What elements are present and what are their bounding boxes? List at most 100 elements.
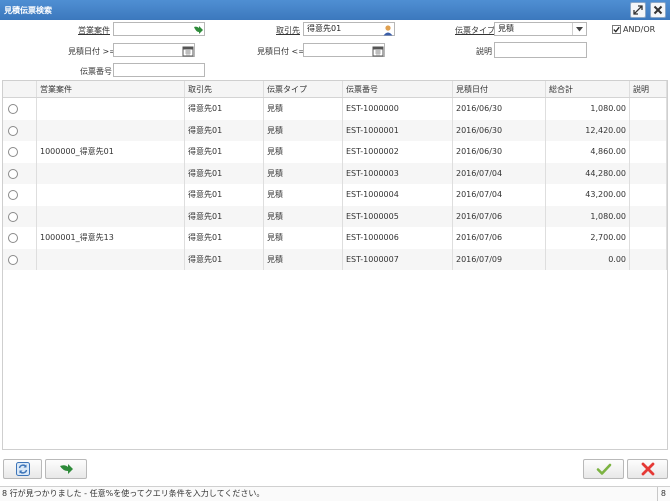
table-row[interactable]: 得意先01 見積 EST-1000000 2016/06/30 1,080.00	[3, 98, 667, 120]
cell-client: 得意先01	[185, 162, 264, 184]
checkbox-box[interactable]	[612, 25, 621, 34]
zoom-arrow-icon[interactable]	[192, 24, 204, 36]
header-deal[interactable]: 営業案件	[37, 81, 185, 97]
row-radio[interactable]	[8, 190, 18, 200]
row-select-cell[interactable]	[3, 205, 37, 227]
client-input-value: 得意先01	[307, 24, 342, 33]
deal-input[interactable]	[113, 22, 205, 36]
slip-no-label: 伝票番号	[80, 67, 112, 76]
row-radio[interactable]	[8, 211, 18, 222]
dropdown-button[interactable]	[572, 23, 586, 35]
cell-desc	[630, 141, 667, 163]
row-select-cell[interactable]	[3, 184, 37, 206]
header-date[interactable]: 見積日付	[453, 81, 546, 97]
results-table: 営業案件 取引先 伝票タイプ 伝票番号 見積日付 総合計 説明 得意先01 見積…	[2, 80, 668, 450]
dialog-title: 見積伝票検索	[4, 6, 52, 15]
cell-date: 2016/06/30	[453, 119, 546, 141]
header-no[interactable]: 伝票番号	[343, 81, 453, 97]
title-bar[interactable]: 見積伝票検索	[0, 0, 670, 20]
close-button[interactable]	[650, 2, 666, 18]
search-dialog: 見積伝票検索 営業案件 取引先 得意先01 伝票タイプ 見積 AND/OR 見積…	[0, 0, 670, 501]
cell-no: EST-1000004	[343, 184, 453, 206]
cell-desc	[630, 119, 667, 141]
cell-client: 得意先01	[185, 98, 264, 120]
cell-no: EST-1000001	[343, 119, 453, 141]
table-row[interactable]: 得意先01 見積 EST-1000001 2016/06/30 12,420.0…	[3, 119, 667, 141]
cell-client: 得意先01	[185, 119, 264, 141]
cell-type: 見積	[264, 227, 343, 249]
cell-deal	[37, 162, 185, 184]
maximize-button[interactable]	[630, 2, 646, 18]
row-select-cell[interactable]	[3, 248, 37, 270]
cell-total: 2,700.00	[546, 227, 630, 249]
cell-client: 得意先01	[185, 205, 264, 227]
cell-client: 得意先01	[185, 227, 264, 249]
deal-label[interactable]: 営業案件	[78, 25, 110, 36]
row-count: 8	[656, 487, 666, 501]
maximize-icon	[633, 5, 643, 15]
slip-type-select[interactable]: 見積	[494, 22, 587, 36]
row-radio[interactable]	[8, 147, 18, 157]
description-textarea[interactable]	[494, 42, 587, 58]
row-select-cell[interactable]	[3, 119, 37, 141]
row-select-cell[interactable]	[3, 227, 37, 249]
cell-type: 見積	[264, 162, 343, 184]
cell-deal	[37, 248, 185, 270]
cell-desc	[630, 248, 667, 270]
table-row[interactable]: 得意先01 見積 EST-1000007 2016/07/09 0.00	[3, 248, 667, 270]
zoom-across-button[interactable]	[45, 459, 87, 479]
row-radio[interactable]	[8, 233, 18, 243]
calendar-icon[interactable]	[372, 45, 384, 57]
refresh-icon	[15, 462, 30, 476]
slip-no-input[interactable]	[113, 63, 205, 77]
calendar-icon[interactable]	[182, 45, 194, 57]
table-row[interactable]: 1000000_得意先01 得意先01 見積 EST-1000002 2016/…	[3, 141, 667, 163]
cell-total: 44,280.00	[546, 162, 630, 184]
user-icon[interactable]	[382, 24, 394, 36]
header-desc[interactable]: 説明	[630, 81, 667, 97]
cell-deal	[37, 205, 185, 227]
table-row[interactable]: 得意先01 見積 EST-1000004 2016/07/04 43,200.0…	[3, 184, 667, 206]
header-select	[3, 81, 37, 97]
date-to-input[interactable]	[303, 43, 385, 57]
header-client[interactable]: 取引先	[185, 81, 264, 97]
cell-type: 見積	[264, 205, 343, 227]
cell-no: EST-1000005	[343, 205, 453, 227]
row-select-cell[interactable]	[3, 98, 37, 120]
table-row[interactable]: 得意先01 見積 EST-1000003 2016/07/04 44,280.0…	[3, 162, 667, 184]
slip-type-label[interactable]: 伝票タイプ	[455, 25, 495, 36]
header-total[interactable]: 総合計	[546, 81, 630, 97]
row-radio[interactable]	[8, 125, 18, 136]
ok-button[interactable]	[583, 459, 624, 479]
close-icon	[653, 5, 663, 15]
x-icon	[641, 462, 654, 476]
date-from-input[interactable]	[113, 43, 195, 57]
cell-total: 12,420.00	[546, 119, 630, 141]
cell-date: 2016/07/06	[453, 205, 546, 227]
header-type[interactable]: 伝票タイプ	[264, 81, 343, 97]
table-row[interactable]: 1000001_得意先13 得意先01 見積 EST-1000006 2016/…	[3, 227, 667, 249]
cell-total: 0.00	[546, 248, 630, 270]
cell-desc	[630, 184, 667, 206]
cancel-button[interactable]	[627, 459, 668, 479]
row-select-cell[interactable]	[3, 141, 37, 163]
cell-deal	[37, 98, 185, 120]
andor-label: AND/OR	[623, 25, 656, 34]
row-select-cell[interactable]	[3, 162, 37, 184]
client-label[interactable]: 取引先	[276, 25, 300, 36]
row-radio[interactable]	[8, 168, 18, 179]
client-input[interactable]: 得意先01	[303, 22, 395, 36]
andor-checkbox[interactable]: AND/OR	[612, 25, 655, 34]
cell-no: EST-1000000	[343, 98, 453, 120]
cell-deal	[37, 119, 185, 141]
row-radio[interactable]	[8, 104, 18, 114]
cell-type: 見積	[264, 98, 343, 120]
cell-date: 2016/07/04	[453, 162, 546, 184]
cell-desc	[630, 205, 667, 227]
cell-no: EST-1000003	[343, 162, 453, 184]
refresh-button[interactable]	[3, 459, 42, 479]
row-radio[interactable]	[8, 254, 18, 265]
zoom-arrow-icon	[60, 464, 73, 474]
cell-total: 1,080.00	[546, 98, 630, 120]
table-row[interactable]: 得意先01 見積 EST-1000005 2016/07/06 1,080.00	[3, 205, 667, 227]
